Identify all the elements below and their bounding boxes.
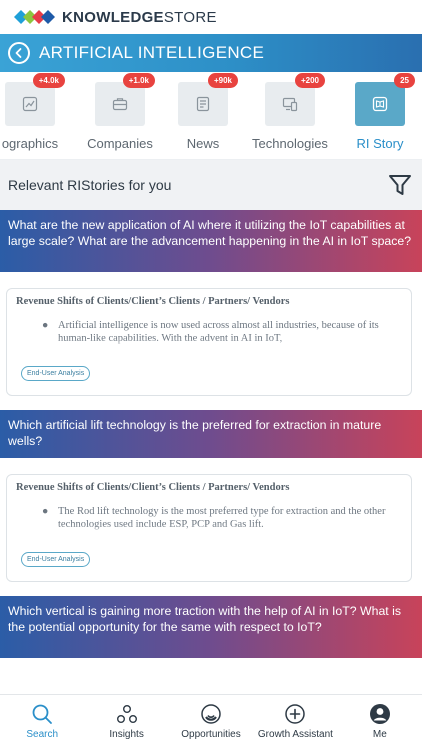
tab-label: Companies: [87, 136, 153, 151]
user-icon: [369, 704, 390, 724]
category-tile: +4.0k: [5, 73, 65, 126]
nav-growth-assistant[interactable]: Growth Assistant: [253, 695, 337, 750]
category-tile: +200: [265, 73, 325, 126]
count-badge: +4.0k: [32, 73, 65, 88]
news-icon: [196, 96, 210, 112]
tab-companies[interactable]: +1.0k Companies: [75, 73, 165, 151]
devices-icon: [282, 97, 298, 112]
nav-label: Insights: [109, 729, 144, 740]
bullet-dot: ●: [42, 506, 49, 517]
category-tile: +90k: [178, 73, 238, 126]
story-card[interactable]: Revenue Shifts of Clients/Client’s Clien…: [6, 474, 412, 582]
insights-icon: [116, 705, 137, 723]
category-tabs: +4.0k ographics +1.0k Companies +90k New…: [0, 72, 422, 160]
nav-label: Growth Assistant: [257, 729, 333, 740]
nav-insights[interactable]: Insights: [84, 695, 168, 750]
tab-label: Technologies: [252, 136, 328, 151]
card-title: Revenue Shifts of Clients/Client’s Clien…: [16, 482, 290, 493]
tab-label: ographics: [1, 136, 59, 151]
nav-label: Opportunities: [181, 729, 241, 740]
page-title: ARTIFICIAL INTELLIGENCE: [39, 43, 265, 62]
bullet-dot: ●: [42, 320, 49, 331]
search-icon: [32, 704, 53, 724]
card-bullet: ● Artificial intelligence is now used ac…: [16, 319, 402, 349]
story-question[interactable]: What are the new application of AI where…: [0, 210, 422, 272]
briefcase-icon: [112, 98, 128, 111]
tab-label: RI Story: [356, 136, 404, 151]
title-bar: ARTIFICIAL INTELLIGENCE: [0, 34, 422, 72]
section-header: Relevant RIStories for you: [0, 160, 422, 210]
opportunities-icon: [201, 704, 221, 724]
nav-opportunities[interactable]: Opportunities: [169, 695, 253, 750]
count-badge: +90k: [207, 73, 238, 88]
book-icon: [372, 96, 388, 112]
card-title: Revenue Shifts of Clients/Client’s Clien…: [16, 296, 290, 307]
nav-me[interactable]: Me: [338, 695, 422, 750]
story-card-wrapper: Revenue Shifts of Clients/Client’s Clien…: [0, 458, 422, 596]
tab-ri-story[interactable]: 25 RI Story: [335, 73, 422, 151]
count-badge: +1.0k: [122, 73, 155, 88]
nav-search[interactable]: Search: [0, 695, 84, 750]
count-badge: 25: [394, 73, 415, 88]
brand-bar: KNOWLEDGESTORE: [0, 0, 422, 34]
bullet-text: The Rod lift technology is the most pref…: [58, 506, 386, 530]
tab-technologies[interactable]: +200 Technologies: [245, 73, 335, 151]
plus-circle-icon: [285, 704, 306, 724]
bottom-nav: Search Insights Opportunities Growth Ass…: [0, 694, 422, 750]
tab-label: News: [186, 136, 220, 151]
knowledgestore-logo: [14, 9, 56, 25]
story-question[interactable]: Which vertical is gaining more traction …: [0, 596, 422, 658]
bullet-text: Artificial intelligence is now used acro…: [58, 320, 379, 344]
count-badge: +200: [294, 73, 325, 88]
nav-label: Search: [26, 729, 59, 740]
section-title: Relevant RIStories for you: [8, 177, 172, 193]
tab-news[interactable]: +90k News: [158, 73, 248, 151]
category-tile: 25: [355, 73, 415, 126]
story-question[interactable]: Which artificial lift technology is the …: [0, 410, 422, 458]
tag-chip[interactable]: End-User Analysis: [21, 366, 91, 381]
chart-icon: [22, 96, 38, 112]
card-bullet: ● The Rod lift technology is the most pr…: [16, 505, 402, 535]
category-tile: +1.0k: [95, 73, 155, 126]
tab-infographics[interactable]: +4.0k ographics: [0, 73, 75, 151]
tag-chip[interactable]: End-User Analysis: [21, 552, 91, 567]
arrow-left-icon: [15, 48, 22, 58]
nav-label: Me: [372, 729, 387, 740]
back-button[interactable]: [8, 42, 30, 64]
brand-name: KNOWLEDGESTORE: [62, 8, 217, 26]
story-card[interactable]: Revenue Shifts of Clients/Client’s Clien…: [6, 288, 412, 396]
story-card-wrapper: Revenue Shifts of Clients/Client’s Clien…: [0, 272, 422, 410]
filter-icon[interactable]: [388, 173, 412, 197]
